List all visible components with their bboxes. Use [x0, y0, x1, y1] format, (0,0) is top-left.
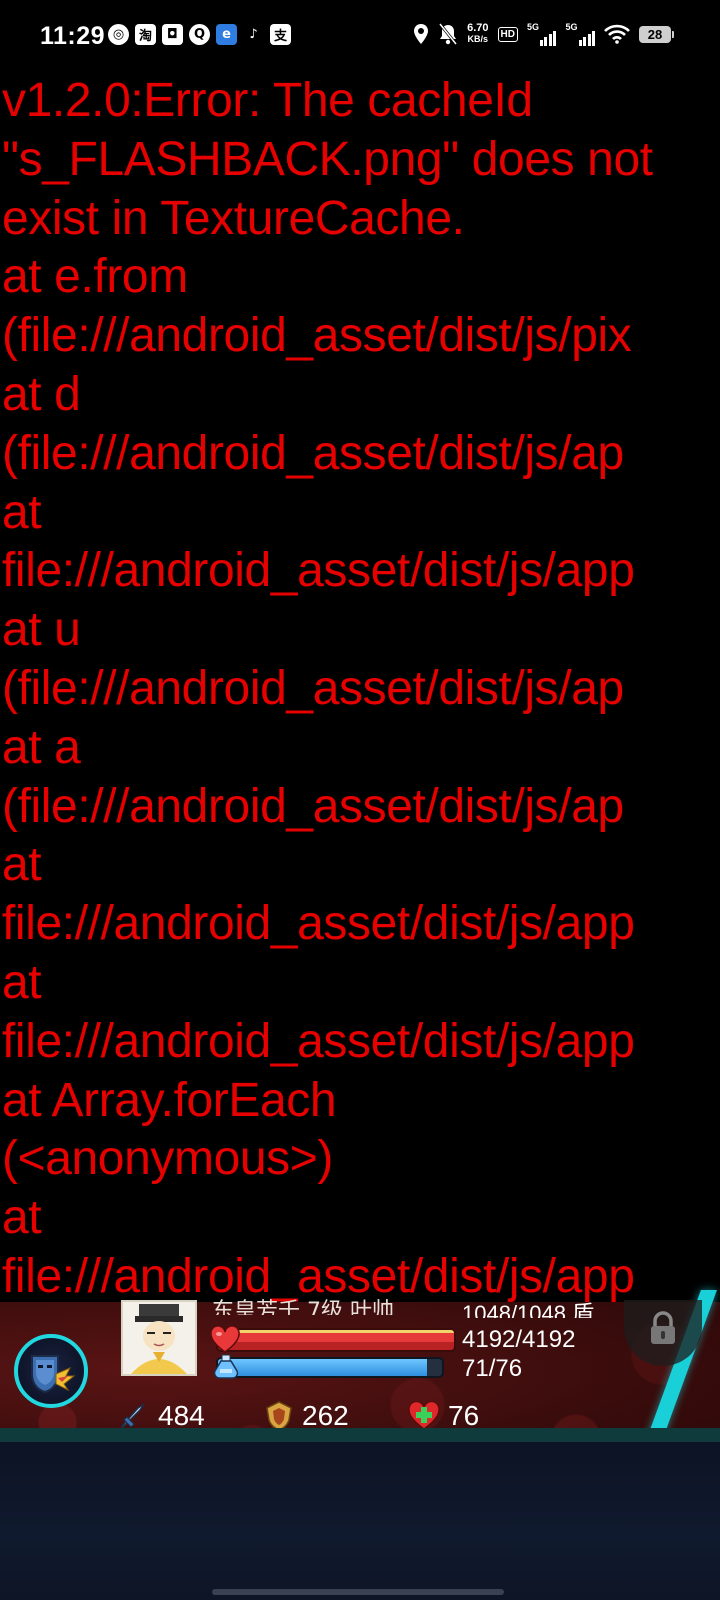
mask-emblem-icon	[31, 1355, 76, 1394]
hp-bar-fill	[218, 1330, 454, 1350]
error-line: (<anonymous>)	[2, 1132, 333, 1186]
error-line: at Array.forEach	[2, 1073, 337, 1127]
mp-value: 71/76	[462, 1355, 523, 1382]
error-line: at	[2, 485, 42, 539]
taobao-icon: 淘	[135, 24, 156, 45]
shield-value: 1048/1048 盾	[462, 1301, 595, 1318]
signal-1-label: 5G	[526, 22, 539, 32]
error-line: "s_FLASHBACK.png" does not	[2, 132, 653, 186]
error-line: at d	[2, 367, 81, 421]
error-line: (file:///android_asset/dist/js/ap	[2, 426, 624, 480]
signal-1: 5G	[527, 22, 557, 46]
error-line: exist in TextureCache.	[2, 191, 465, 245]
qq-browser-icon: Q	[189, 24, 210, 45]
mp-bar-fill	[218, 1359, 428, 1376]
error-line: file:///android_asset/dist/js/app	[2, 544, 635, 598]
tiktok-icon: ♪	[249, 27, 258, 42]
error-line: at u	[2, 603, 81, 657]
error-line: at a	[2, 720, 81, 774]
error-message: v1.2.0:Error: The cacheId "s_FLASHBACK.pn…	[2, 72, 720, 1307]
game-background	[0, 1442, 720, 1600]
network-speed-value: 6.70	[467, 22, 489, 34]
battery-icon: 28	[639, 25, 674, 43]
weibo-icon: ◎	[108, 24, 129, 45]
location-icon	[414, 24, 429, 44]
battery-level: 28	[639, 25, 671, 43]
error-line: v1.2.0:Error: The cacheId	[2, 74, 533, 127]
hp-bar	[216, 1328, 456, 1352]
alipay-icon: 支	[270, 24, 291, 45]
signal-2: 5G	[565, 22, 595, 46]
error-line: file:///android_asset/dist/js/app	[2, 897, 635, 951]
error-line: at e.from	[2, 250, 188, 304]
official-portrait-icon	[123, 1302, 195, 1374]
wifi-icon	[604, 24, 630, 44]
error-line: at	[2, 838, 42, 892]
hd-badge: HD	[497, 26, 518, 42]
status-time: 11:29	[40, 22, 106, 50]
player-name: 东皇芳千 7级 叶帅	[212, 1299, 394, 1315]
error-line: file:///android_asset/dist/js/app	[2, 1014, 635, 1068]
error-line: (file:///android_asset/dist/js/ap	[2, 661, 624, 715]
message-icon: ◘	[162, 24, 183, 45]
status-indicators: 6.70 KB/s HD 5G 5G 28	[413, 22, 674, 46]
error-line: at	[2, 1191, 42, 1245]
heal-heart-icon	[408, 1401, 440, 1430]
error-line: (file:///android_asset/dist/js/pix	[2, 309, 632, 363]
error-line: (file:///android_asset/dist/js/ap	[2, 779, 624, 833]
status-bar: 11:29 ◎ 淘 ◘ Q e ♪ 支 6.70 KB/s HD 5G 5G 2…	[0, 0, 720, 78]
network-speed-unit: KB/s	[467, 34, 489, 44]
notification-icons: ◎ 淘 ◘ Q e ♪ 支	[108, 24, 291, 45]
edge-icon: e	[216, 24, 237, 45]
lock-icon	[651, 1311, 675, 1344]
signal-bars-icon	[539, 31, 557, 46]
network-speed: 6.70 KB/s	[467, 23, 488, 45]
error-line: at	[2, 955, 42, 1009]
hp-value: 4192/4192	[462, 1326, 576, 1353]
mute-bell-icon	[438, 23, 458, 45]
signal-bars-icon	[578, 31, 595, 46]
player-avatar[interactable]	[121, 1300, 197, 1376]
heart-icon	[210, 1326, 240, 1353]
signal-2-label: 5G	[565, 22, 578, 32]
class-emblem[interactable]	[14, 1334, 88, 1408]
home-indicator[interactable]	[212, 1589, 504, 1595]
mana-potion-icon	[213, 1354, 239, 1379]
mp-bar	[216, 1357, 444, 1378]
hud-bottom-border	[0, 1428, 720, 1442]
